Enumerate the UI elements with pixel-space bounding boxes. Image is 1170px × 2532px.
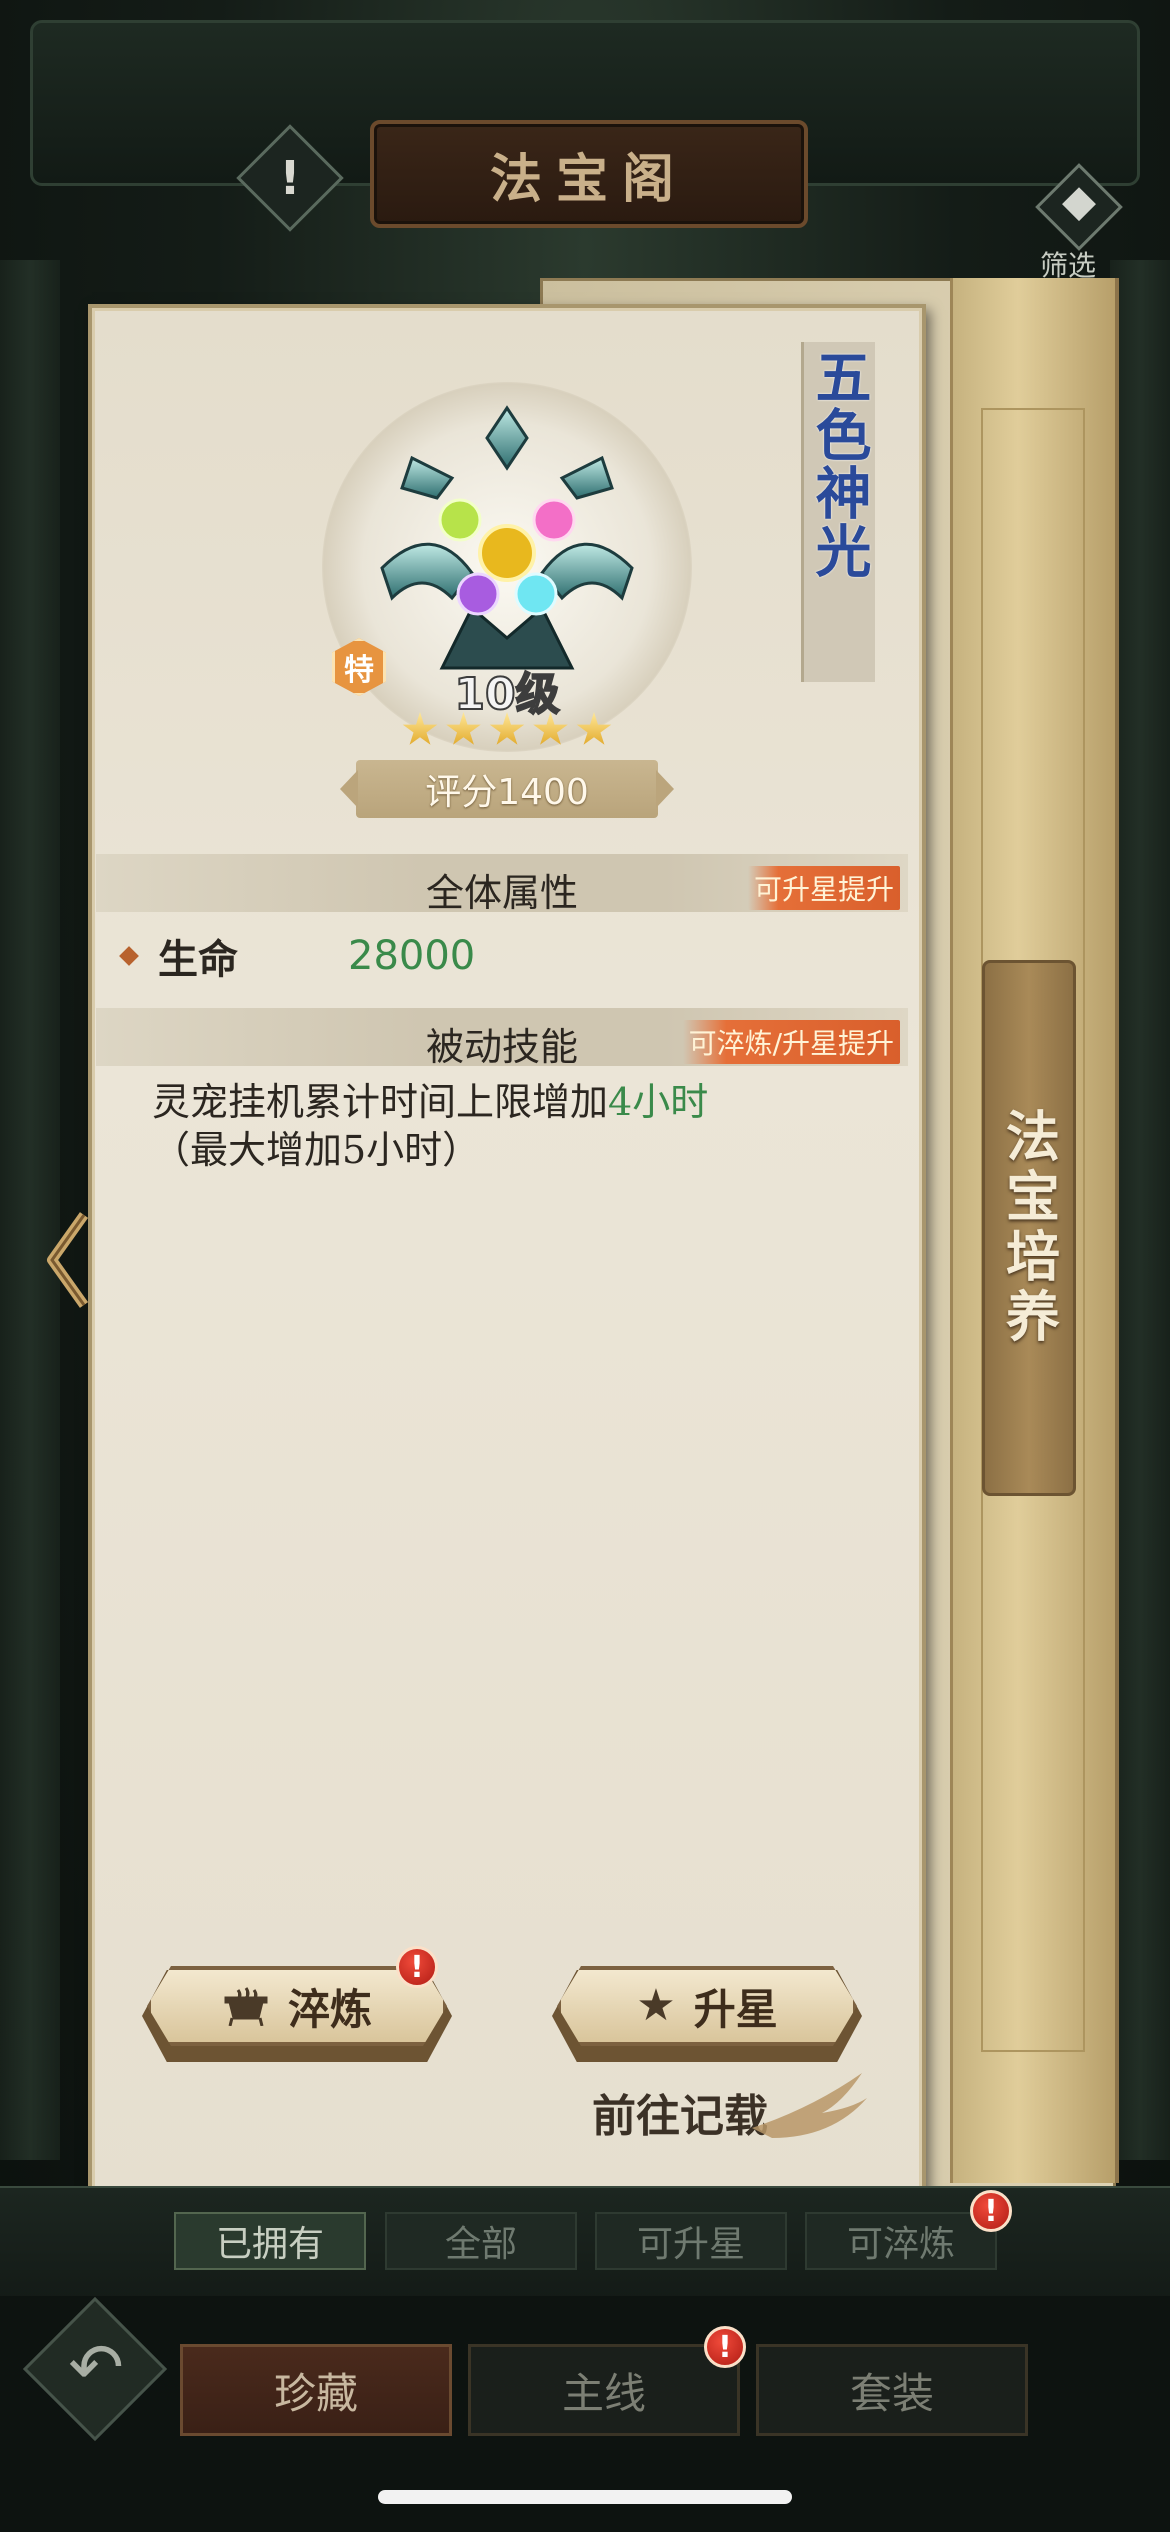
header-plaque: 法宝阁 xyxy=(370,120,808,228)
filter-icon xyxy=(1035,163,1123,251)
filter-tab-owned[interactable]: 已拥有 xyxy=(174,2212,366,2270)
star-icon xyxy=(446,712,481,745)
nav-tab-set[interactable]: 套装 xyxy=(756,2344,1028,2436)
cauldron-icon xyxy=(224,1987,268,2026)
score-plate: 评分1400 xyxy=(356,760,658,818)
star-rating xyxy=(402,712,612,748)
star-icon xyxy=(489,712,525,745)
star-icon xyxy=(533,712,568,745)
filter-refine-notification-badge: ! xyxy=(970,2190,1012,2232)
skill-text-prefix: 灵宠挂机累计时间上限增加 xyxy=(152,1080,609,1124)
filter-tab-strip: 已拥有 全部 可升星 可淬炼 ! xyxy=(0,2186,1170,2298)
main-line-notification-badge: ! xyxy=(704,2326,746,2368)
skill-description: 灵宠挂机累计时间上限增加4小时 （最大增加5小时） xyxy=(152,1078,872,1174)
item-name: 五色神光 xyxy=(806,348,872,580)
tab-treasure-cultivate-label: 法宝培养 xyxy=(996,1108,1061,1348)
filter-tab-all[interactable]: 全部 xyxy=(385,2212,577,2270)
tab-treasure-cultivate[interactable]: 法宝培养 xyxy=(982,960,1076,1496)
section-passive: 被动技能 可淬炼/升星提升 xyxy=(96,1008,908,1069)
upgrade-star-button-label: 升星 xyxy=(693,1984,778,2034)
filter-button[interactable]: 筛选 xyxy=(1030,163,1123,282)
refine-notification-badge: ! xyxy=(396,1946,438,1988)
star-icon xyxy=(402,712,438,745)
attribute-row: 生命 28000 xyxy=(119,926,476,986)
refine-button[interactable]: 淬炼 ! xyxy=(142,1946,452,2062)
back-arrow-icon: ↶ xyxy=(68,2329,124,2406)
nav-tab-main-line[interactable]: 主线 xyxy=(468,2344,740,2436)
exclamation-icon: ! xyxy=(279,151,301,205)
skill-text-highlight: 4小时 xyxy=(608,1080,709,1124)
diamond-bullet-icon xyxy=(119,946,139,966)
attribute-label: 生命 xyxy=(158,936,238,983)
previous-arrow-icon[interactable] xyxy=(44,1210,94,1310)
section-passive-tag: 可淬炼/升星提升 xyxy=(682,1020,900,1064)
upgrade-star-button[interactable]: ★ 升星 xyxy=(552,1966,862,2062)
refine-button-label: 淬炼 xyxy=(287,1984,372,2034)
goto-records-link[interactable]: 前往记载 xyxy=(592,2080,768,2144)
filter-tab-can-refine[interactable]: 可淬炼 xyxy=(805,2212,997,2270)
star-outline-icon: ★ xyxy=(636,1980,676,2031)
page-title: 法宝阁 xyxy=(489,148,688,210)
nav-tab-collection[interactable]: 珍藏 xyxy=(180,2344,452,2436)
section-attributes: 全体属性 可升星提升 xyxy=(96,854,908,915)
filter-tab-can-upgrade-star[interactable]: 可升星 xyxy=(595,2212,787,2270)
star-icon xyxy=(576,712,612,745)
skill-text-suffix: （最大增加5小时） xyxy=(152,1128,481,1172)
swallow-icon xyxy=(752,2073,867,2138)
treasure-detail-card: 五色神光 特 10级 评分1400 全体属性 可升星提升 生命 28000 被动… xyxy=(88,304,926,2244)
attribute-value: 28000 xyxy=(348,933,476,979)
background-pillar xyxy=(1110,260,1170,2160)
item-name-banner: 五色神光 xyxy=(801,342,875,682)
item-score: 评分1400 xyxy=(425,772,589,813)
home-indicator[interactable] xyxy=(378,2490,792,2504)
section-attributes-tag: 可升星提升 xyxy=(747,866,900,910)
